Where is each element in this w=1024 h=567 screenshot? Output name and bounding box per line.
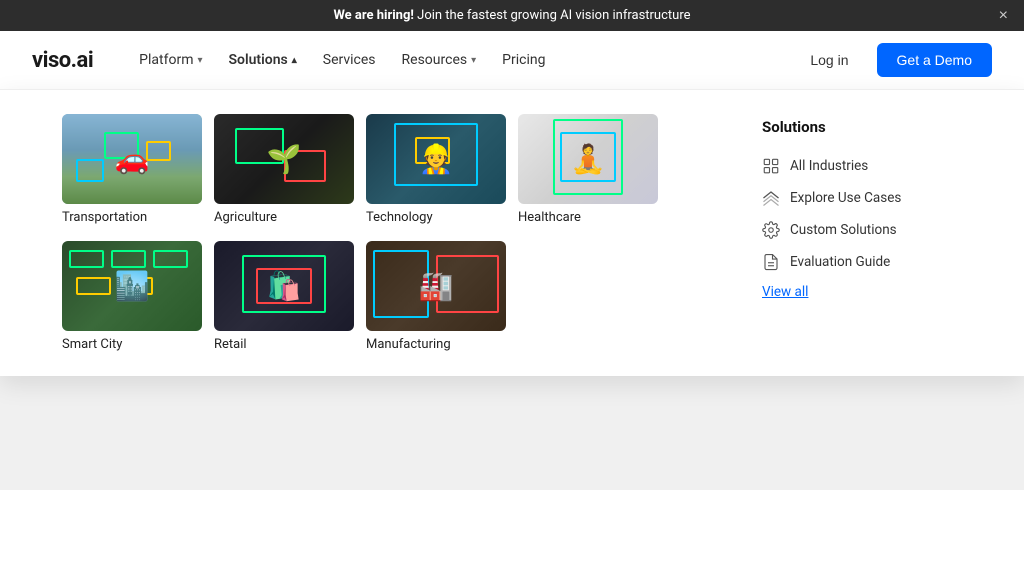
solution-label-healthcare: Healthcare [518,210,658,225]
solution-label-transportation: Transportation [62,210,202,225]
sidebar-item-all-industries[interactable]: All Industries [762,150,962,182]
demo-button[interactable]: Get a Demo [877,43,992,77]
banner-strong: We are hiring! [333,8,413,23]
solution-label-manufacturing: Manufacturing [366,337,506,352]
solutions-sidebar: Solutions All Industries Explore Use Cas… [762,114,962,352]
login-button[interactable]: Log in [794,44,864,76]
solutions-arrow-icon: ▴ [292,55,297,66]
thumb-agriculture [214,114,354,204]
thumb-technology [366,114,506,204]
solution-smart-city[interactable]: Smart City [62,241,202,352]
sidebar-item-custom-solutions[interactable]: Custom Solutions [762,214,962,246]
thumb-manufacturing [366,241,506,331]
solution-retail[interactable]: Retail [214,241,354,352]
banner-close-button[interactable]: × [999,7,1008,25]
banner-text: Join the fastest growing AI vision infra… [417,8,690,23]
thumb-retail [214,241,354,331]
solution-healthcare[interactable]: Healthcare [518,114,658,225]
solution-manufacturing[interactable]: Manufacturing [366,241,506,352]
grid-icon [762,157,780,175]
dropdown-content: Transportation Agriculture [62,114,962,352]
announcement-banner: We are hiring! Join the fastest growing … [0,0,1024,31]
nav-actions: Log in Get a Demo [794,43,992,77]
nav-item-solutions[interactable]: Solutions ▴ [219,46,307,74]
nav-item-pricing[interactable]: Pricing [492,46,555,74]
solutions-grid: Transportation Agriculture [62,114,722,352]
layers-icon [762,189,780,207]
solution-transportation[interactable]: Transportation [62,114,202,225]
sidebar-title: Solutions [762,118,962,136]
platform-arrow-icon: ▾ [197,55,202,66]
gear-icon [762,221,780,239]
solution-technology[interactable]: Technology [366,114,506,225]
thumb-transportation [62,114,202,204]
nav-item-resources[interactable]: Resources ▾ [392,46,487,74]
solution-agriculture[interactable]: Agriculture [214,114,354,225]
solution-label-technology: Technology [366,210,506,225]
solution-label-retail: Retail [214,337,354,352]
sidebar-item-evaluation-guide[interactable]: Evaluation Guide [762,246,962,278]
navbar: viso.ai Platform ▾ Solutions ▴ Services … [0,31,1024,90]
solutions-dropdown: Transportation Agriculture [0,89,1024,376]
resources-arrow-icon: ▾ [471,55,476,66]
thumb-healthcare [518,114,658,204]
nav-links: Platform ▾ Solutions ▴ Services Resource… [129,46,794,74]
thumb-smartcity [62,241,202,331]
sidebar-item-explore-use-cases[interactable]: Explore Use Cases [762,182,962,214]
doc-icon [762,253,780,271]
solution-label-smart-city: Smart City [62,337,202,352]
solution-label-agriculture: Agriculture [214,210,354,225]
view-all-link[interactable]: View all [762,284,962,300]
logo[interactable]: viso.ai [32,48,93,73]
nav-item-services[interactable]: Services [313,46,386,74]
nav-item-platform[interactable]: Platform ▾ [129,46,212,74]
